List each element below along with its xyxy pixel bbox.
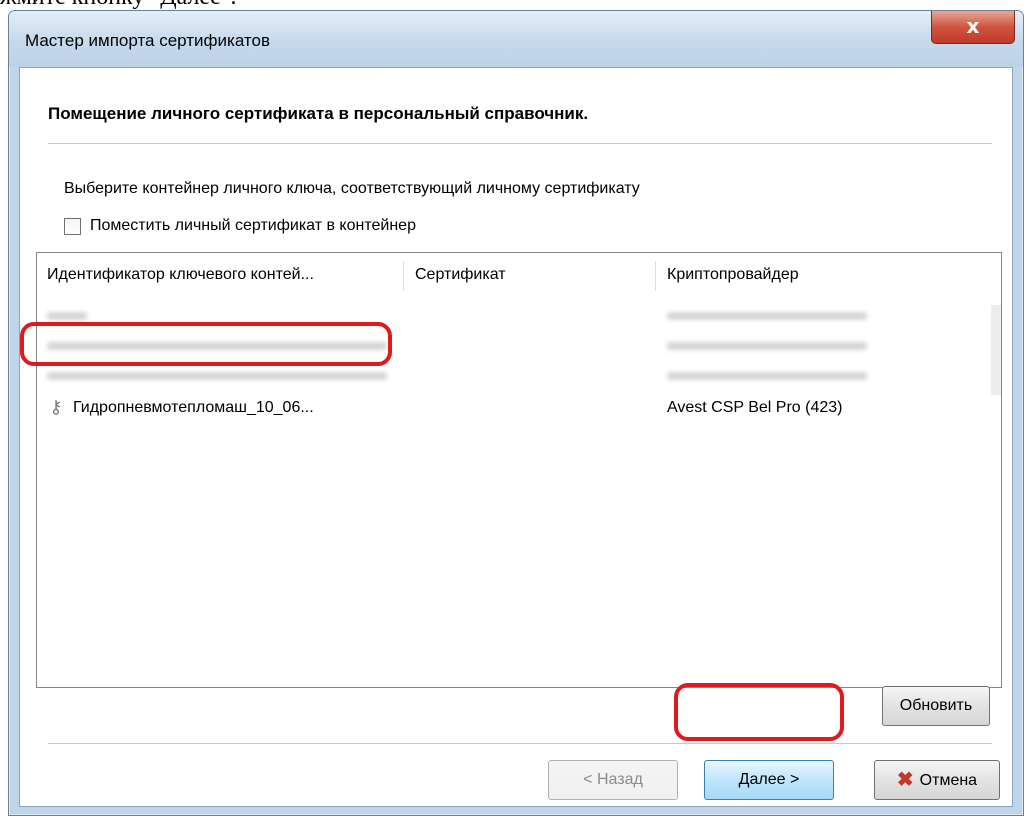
key-container-list[interactable]: Идентификатор ключевого контей... Сертиф… [36,252,1002,688]
window-title: Мастер импорта сертификатов [25,31,271,50]
refresh-button[interactable]: Обновить [882,686,990,726]
instruction-text: Выберите контейнер личного ключа, соотве… [64,180,640,197]
key-icon: ⚷ [49,397,63,418]
column-header-certificate[interactable]: Сертификат [405,253,655,297]
column-header-container-id[interactable]: Идентификатор ключевого контей... [37,253,403,297]
place-in-container-label[interactable]: Поместить личный сертификат в контейнер [90,217,416,235]
list-item-key-container[interactable]: ⚷ Гидропневмотепломаш_10_06... Avest CSP… [37,393,1001,423]
title-bar[interactable]: Мастер импорта сертификатов x [9,11,1023,67]
next-button[interactable]: Далее > [704,760,834,800]
close-icon: x [966,14,980,38]
highlight-next-button [674,683,844,741]
column-header-crypto-provider[interactable]: Криптопровайдер [657,253,997,297]
container-id: Гидропневмотепломаш_10_06... [73,399,314,416]
scrollbar[interactable] [991,305,1001,395]
cancel-label: Отмена [919,772,978,789]
close-button[interactable]: x [931,11,1015,44]
header-divider [48,143,992,144]
certificate-import-wizard-window: Мастер импорта сертификатов x Помещение … [8,10,1024,816]
footer-divider [48,743,992,744]
highlight-selected-container [20,322,392,366]
wizard-page: Помещение личного сертификата в персонал… [19,67,1013,807]
page-heading: Помещение личного сертификата в персонал… [48,104,589,123]
list-header: Идентификатор ключевого контей... Сертиф… [37,253,1001,297]
back-button[interactable]: < Назад [548,760,678,800]
column-divider[interactable] [655,261,656,291]
cancel-button[interactable]: ✖ Отмена [874,760,1000,800]
place-in-container-checkbox[interactable] [64,218,81,235]
column-divider[interactable] [403,261,404,291]
cancel-icon: ✖ [896,769,914,791]
crypto-provider: Avest CSP Bel Pro (423) [667,399,843,416]
